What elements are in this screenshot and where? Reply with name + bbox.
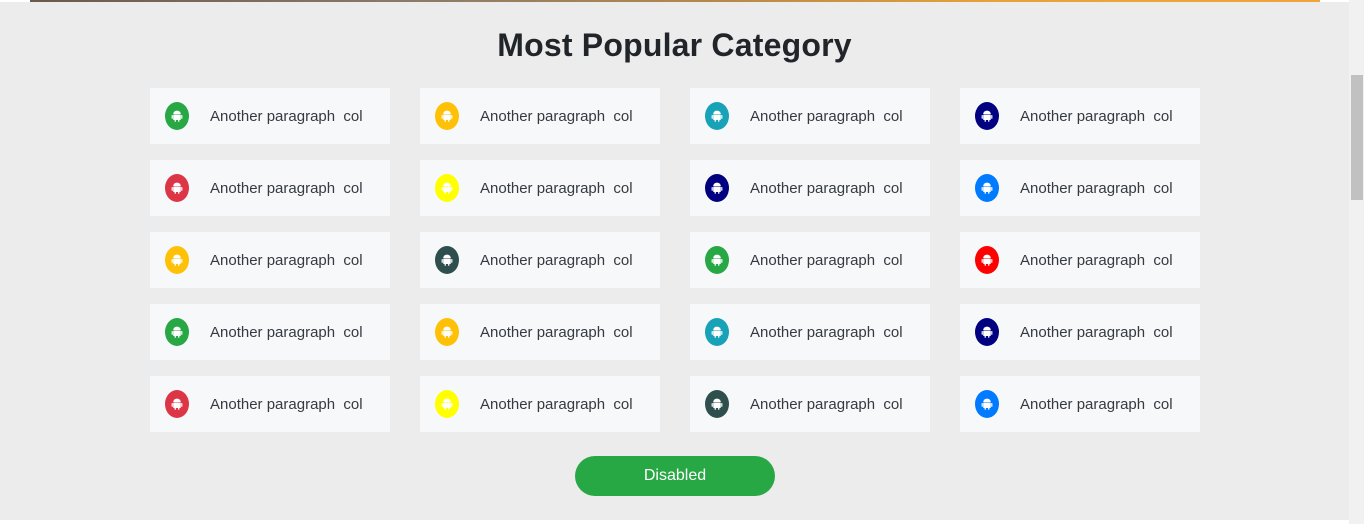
android-icon [435,246,459,274]
category-card[interactable]: Another paragraph col [420,304,660,360]
category-card[interactable]: Another paragraph col [960,160,1200,216]
category-label: Another paragraph col [210,395,363,413]
android-icon [165,174,189,202]
category-label: Another paragraph col [480,395,633,413]
android-icon [435,390,459,418]
category-label: Another paragraph col [750,107,903,125]
category-card[interactable]: Another paragraph col [960,232,1200,288]
category-label: Another paragraph col [480,107,633,125]
category-card[interactable]: Another paragraph col [420,232,660,288]
category-card[interactable]: Another paragraph col [150,88,390,144]
android-icon [165,102,189,130]
category-label: Another paragraph col [750,179,903,197]
category-card[interactable]: Another paragraph col [150,376,390,432]
category-card[interactable]: Another paragraph col [960,376,1200,432]
android-icon [165,390,189,418]
category-label: Another paragraph col [480,251,633,269]
android-icon [435,102,459,130]
category-card[interactable]: Another paragraph col [960,304,1200,360]
android-icon [435,318,459,346]
category-card[interactable]: Another paragraph col [690,376,930,432]
category-card[interactable]: Another paragraph col [150,232,390,288]
category-label: Another paragraph col [210,323,363,341]
android-icon [975,246,999,274]
android-icon [165,318,189,346]
android-icon [165,246,189,274]
category-label: Another paragraph col [210,251,363,269]
category-card[interactable]: Another paragraph col [420,376,660,432]
disabled-button[interactable]: Disabled [575,456,775,496]
vertical-scrollbar[interactable] [1349,0,1364,524]
category-label: Another paragraph col [480,323,633,341]
category-label: Another paragraph col [1020,179,1173,197]
android-icon [975,318,999,346]
category-card[interactable]: Another paragraph col [690,160,930,216]
android-icon [705,174,729,202]
android-icon [975,174,999,202]
scrollbar-thumb[interactable] [1351,75,1363,200]
category-label: Another paragraph col [750,323,903,341]
category-label: Another paragraph col [1020,395,1173,413]
category-card[interactable]: Another paragraph col [150,304,390,360]
android-icon [435,174,459,202]
category-card[interactable]: Another paragraph col [690,232,930,288]
android-icon [975,390,999,418]
android-icon [705,102,729,130]
category-card[interactable]: Another paragraph col [420,160,660,216]
category-grid: Another paragraph col Another paragraph c… [150,88,1200,432]
category-label: Another paragraph col [750,395,903,413]
popular-category-section: Most Popular Category Another paragraph … [0,2,1349,520]
category-label: Another paragraph col [210,179,363,197]
category-label: Another paragraph col [1020,323,1173,341]
category-label: Another paragraph col [480,179,633,197]
category-card[interactable]: Another paragraph col [690,304,930,360]
category-label: Another paragraph col [750,251,903,269]
section-title: Most Popular Category [497,27,852,63]
category-label: Another paragraph col [210,107,363,125]
category-card[interactable]: Another paragraph col [420,88,660,144]
android-icon [705,390,729,418]
category-card[interactable]: Another paragraph col [150,160,390,216]
category-label: Another paragraph col [1020,251,1173,269]
android-icon [705,318,729,346]
category-card[interactable]: Another paragraph col [960,88,1200,144]
android-icon [705,246,729,274]
android-icon [975,102,999,130]
category-card[interactable]: Another paragraph col [690,88,930,144]
category-label: Another paragraph col [1020,107,1173,125]
